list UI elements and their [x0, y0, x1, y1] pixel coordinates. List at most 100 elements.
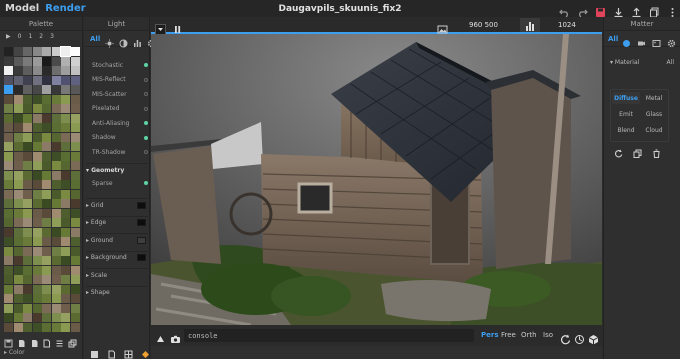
- color-swatch[interactable]: [32, 94, 42, 104]
- color-swatch[interactable]: [51, 75, 61, 85]
- color-section-label[interactable]: ▸ Color: [4, 349, 25, 356]
- view-mode-iso[interactable]: Iso: [543, 331, 553, 339]
- material-all-label[interactable]: All: [667, 59, 674, 66]
- color-swatch[interactable]: [23, 256, 32, 265]
- color-swatch[interactable]: [13, 104, 23, 113]
- console-input[interactable]: console: [188, 332, 218, 340]
- color-swatch[interactable]: [70, 313, 80, 322]
- color-swatch[interactable]: [61, 56, 70, 66]
- material-metal-button[interactable]: Metal: [640, 92, 668, 104]
- color-swatch[interactable]: [4, 180, 13, 189]
- color-swatch[interactable]: [23, 123, 32, 132]
- undo-icon[interactable]: [559, 3, 570, 18]
- color-swatch[interactable]: [13, 208, 23, 218]
- color-swatch[interactable]: [42, 246, 51, 256]
- color-swatch[interactable]: [42, 94, 51, 104]
- color-swatch[interactable]: [51, 294, 61, 303]
- save-palette-icon[interactable]: [4, 333, 15, 347]
- color-swatch[interactable]: [13, 170, 23, 180]
- image-icon[interactable]: [437, 20, 448, 34]
- light-tab-all[interactable]: All: [90, 35, 100, 43]
- section-color-swatch[interactable]: [137, 236, 146, 244]
- cube-icon[interactable]: [588, 330, 599, 345]
- color-swatch[interactable]: [4, 208, 13, 218]
- color-swatch[interactable]: [32, 170, 42, 180]
- color-swatch[interactable]: [32, 284, 42, 294]
- color-swatch[interactable]: [42, 237, 51, 246]
- triangle-up-icon[interactable]: [155, 330, 166, 342]
- color-swatch[interactable]: [13, 218, 23, 227]
- material-blend-button[interactable]: Blend: [612, 124, 640, 136]
- color-swatch[interactable]: [32, 303, 42, 313]
- view-mode-orth[interactable]: Orth: [521, 331, 537, 339]
- color-swatch[interactable]: [61, 151, 70, 161]
- upload-icon[interactable]: [631, 3, 642, 18]
- color-swatch[interactable]: [23, 75, 32, 85]
- globe-icon[interactable]: [622, 33, 633, 47]
- color-swatch[interactable]: [13, 322, 23, 332]
- color-swatch[interactable]: [13, 199, 23, 208]
- color-swatch[interactable]: [4, 303, 13, 313]
- light-option-row[interactable]: Shadow: [92, 133, 148, 143]
- view-mode-pers[interactable]: Pers: [481, 331, 499, 339]
- color-swatch[interactable]: [13, 85, 23, 94]
- download-icon[interactable]: [613, 3, 624, 18]
- color-swatch[interactable]: [13, 123, 23, 132]
- color-swatch[interactable]: [23, 94, 32, 104]
- color-swatch[interactable]: [32, 294, 42, 303]
- color-swatch[interactable]: [61, 246, 70, 256]
- color-swatch[interactable]: [4, 189, 13, 199]
- color-swatch[interactable]: [61, 123, 70, 132]
- color-swatch[interactable]: [32, 47, 42, 56]
- color-swatch[interactable]: [51, 161, 61, 170]
- color-swatch[interactable]: [23, 142, 32, 151]
- color-swatch[interactable]: [51, 246, 61, 256]
- color-swatch[interactable]: [51, 208, 61, 218]
- color-swatch[interactable]: [13, 256, 23, 265]
- color-swatch[interactable]: [42, 227, 51, 237]
- color-swatch[interactable]: [13, 47, 23, 56]
- color-swatch[interactable]: [51, 256, 61, 265]
- color-swatch[interactable]: [70, 104, 80, 113]
- camera-icon[interactable]: [170, 330, 181, 343]
- light-section-edge[interactable]: ▸ Edge: [86, 215, 148, 229]
- color-swatch[interactable]: [13, 94, 23, 104]
- color-swatch[interactable]: [23, 313, 32, 322]
- color-swatch[interactable]: [42, 132, 51, 142]
- color-swatch[interactable]: [51, 123, 61, 132]
- mode-render-tab[interactable]: Render: [42, 3, 88, 14]
- color-swatch[interactable]: [61, 180, 70, 189]
- color-swatch[interactable]: [32, 132, 42, 142]
- color-swatch[interactable]: [70, 246, 80, 256]
- color-swatch[interactable]: [70, 56, 80, 66]
- color-swatch[interactable]: [4, 170, 13, 180]
- color-swatch[interactable]: [61, 218, 70, 227]
- color-swatch[interactable]: [42, 123, 51, 132]
- color-swatch[interactable]: [23, 275, 32, 284]
- color-swatch[interactable]: [23, 294, 32, 303]
- color-swatch[interactable]: [51, 313, 61, 322]
- color-swatch[interactable]: [42, 75, 51, 85]
- color-swatch[interactable]: [61, 161, 70, 170]
- copy-icon[interactable]: [633, 143, 644, 158]
- material-row[interactable]: ▾ Material All: [607, 57, 677, 68]
- light-option-toggle[interactable]: [144, 135, 148, 140]
- color-swatch[interactable]: [4, 246, 13, 256]
- color-swatch[interactable]: [13, 189, 23, 199]
- color-swatch[interactable]: [42, 208, 51, 218]
- color-swatch[interactable]: [42, 113, 51, 123]
- color-swatch[interactable]: [32, 66, 42, 75]
- color-swatch[interactable]: [61, 113, 70, 123]
- grid-icon[interactable]: [124, 344, 135, 359]
- color-swatch[interactable]: [23, 85, 32, 94]
- color-swatch[interactable]: [4, 256, 13, 265]
- color-swatch[interactable]: [42, 161, 51, 170]
- render-viewport[interactable]: [151, 34, 602, 325]
- orbit-icon[interactable]: [574, 330, 585, 344]
- color-swatch[interactable]: [61, 313, 70, 322]
- color-swatch[interactable]: [13, 227, 23, 237]
- console-input-box[interactable]: [184, 329, 474, 342]
- color-swatch[interactable]: [70, 237, 80, 246]
- color-swatch[interactable]: [23, 246, 32, 256]
- copy-icon[interactable]: [649, 3, 660, 18]
